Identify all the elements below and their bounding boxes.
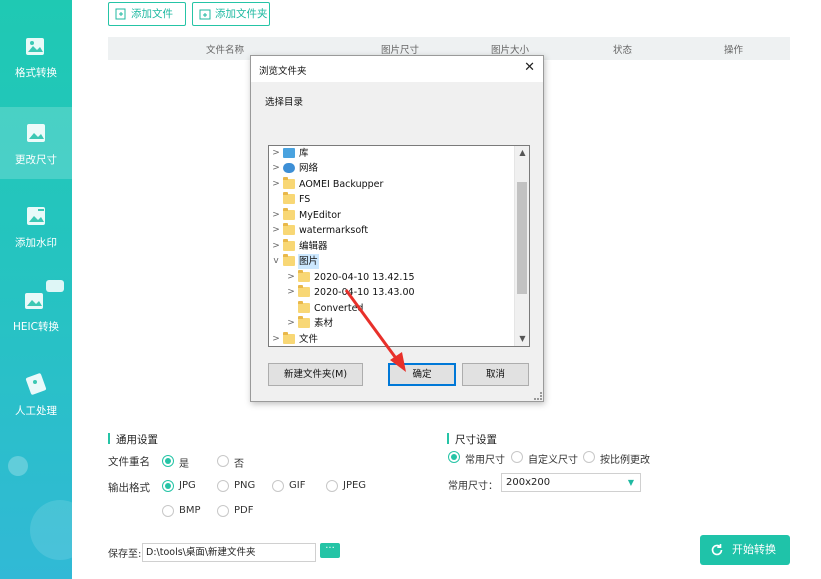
annotation-arrow — [344, 289, 406, 372]
